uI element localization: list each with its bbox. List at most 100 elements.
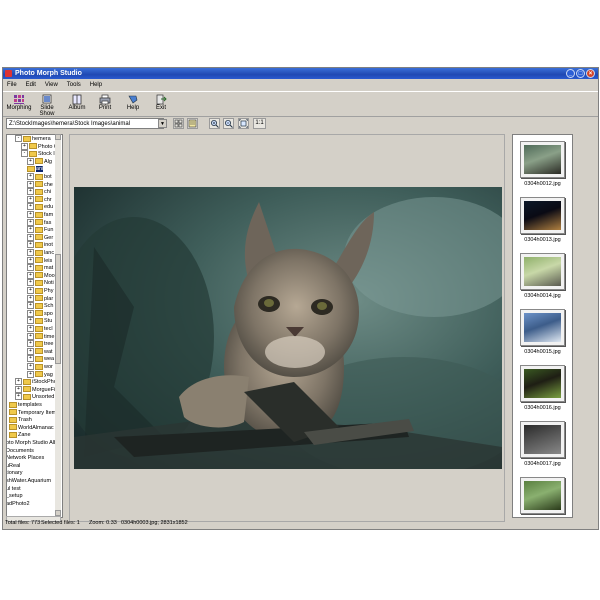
expand-icon[interactable]: + [27, 355, 34, 363]
expand-icon[interactable]: + [27, 195, 34, 203]
tree-item-label: che [44, 181, 53, 188]
expand-icon[interactable]: + [27, 218, 34, 226]
thumbnail[interactable] [520, 309, 565, 346]
tree-item-label: spo [44, 310, 53, 317]
expand-icon[interactable]: + [15, 393, 22, 401]
menu-view[interactable]: View [45, 80, 58, 90]
tree-item-label: Trash [18, 417, 32, 424]
tree-item-label: oto Morph Studio Alb [6, 440, 58, 446]
list-icon [188, 119, 197, 128]
maximize-button[interactable]: □ [576, 69, 585, 78]
expand-icon[interactable]: + [27, 347, 34, 355]
folder-icon [35, 317, 43, 324]
morphing-button[interactable]: Morphing [5, 93, 33, 115]
folder-icon [35, 196, 43, 203]
expand-icon[interactable]: + [27, 226, 34, 234]
folder-icon [35, 310, 43, 317]
expand-icon[interactable]: + [27, 271, 34, 279]
expand-icon[interactable]: + [27, 294, 34, 302]
path-dropdown-button[interactable]: ▼ [158, 119, 167, 128]
expand-icon[interactable]: + [27, 279, 34, 287]
help-label: Help [126, 105, 140, 111]
thumbnail-caption: 0304h0014.jpg [524, 293, 561, 299]
exit-button[interactable]: Exit [147, 93, 175, 115]
expand-icon[interactable]: + [27, 370, 34, 378]
expand-icon[interactable]: + [27, 241, 34, 249]
tree-item-label: Network Places [6, 455, 45, 462]
tree-item-label: edu [44, 204, 54, 211]
menu-file[interactable]: File [7, 80, 17, 90]
expand-icon[interactable]: + [27, 211, 34, 219]
expand-icon[interactable]: + [27, 287, 34, 295]
expand-icon[interactable]: + [27, 173, 34, 181]
thumbnail[interactable] [520, 141, 565, 178]
tree-item-label: Unsorted [32, 394, 55, 401]
expand-icon[interactable]: + [27, 188, 34, 196]
expand-icon[interactable]: + [27, 264, 34, 272]
thumbnail[interactable] [520, 477, 565, 514]
expand-icon[interactable]: + [27, 157, 34, 165]
collapse-icon[interactable]: - [21, 150, 28, 158]
expand-icon[interactable]: + [27, 233, 34, 241]
lynx-kitten-photo[interactable] [74, 187, 502, 469]
expand-icon[interactable]: + [27, 180, 34, 188]
help-icon [128, 95, 138, 104]
tree-item-label: Documents [6, 447, 34, 454]
title-bar[interactable]: Photo Morph Studio _ □ × [3, 68, 598, 79]
expand-icon[interactable]: + [27, 332, 34, 340]
menu-edit[interactable]: Edit [26, 80, 36, 90]
fit-window-button[interactable] [238, 118, 249, 129]
slide-show-label: Slide Show [39, 105, 55, 117]
app-window: Photo Morph Studio _ □ × File Edit View … [2, 67, 599, 530]
expand-icon[interactable]: + [15, 378, 22, 386]
folder-icon [35, 203, 43, 210]
album-button[interactable]: Album [63, 93, 91, 115]
help-button[interactable]: Help [119, 93, 147, 115]
print-button[interactable]: Print [91, 93, 119, 115]
thumbnail[interactable] [520, 421, 565, 458]
zoom-out-button[interactable] [223, 118, 234, 129]
tree-item-label: Zane [18, 432, 31, 439]
tree-item-label: mat [44, 265, 54, 272]
zoom-in-button[interactable] [209, 118, 220, 129]
folder-icon [35, 355, 43, 362]
expand-icon[interactable]: + [27, 317, 34, 325]
close-button[interactable]: × [586, 69, 595, 78]
expand-icon[interactable]: + [27, 249, 34, 257]
expand-icon[interactable]: + [27, 363, 34, 371]
actual-size-button[interactable]: 1:1 [253, 118, 266, 129]
thumbnail-caption: 0304h0013.jpg [524, 237, 561, 243]
expand-icon[interactable]: + [21, 142, 28, 150]
tree-item-label: plar [44, 295, 54, 302]
folder-icon [35, 158, 43, 165]
menu-tools[interactable]: Tools [67, 80, 81, 90]
thumbnail[interactable] [520, 253, 565, 290]
thumbnail-strip[interactable]: 0304h0012.jpg 0304h0013.jpg 0304h0014.jpg 0… [512, 134, 573, 518]
folder-icon [9, 424, 17, 431]
folder-icon [35, 340, 43, 347]
scroll-thumb[interactable] [55, 254, 61, 364]
menu-help[interactable]: Help [90, 80, 102, 90]
expand-icon[interactable]: + [27, 203, 34, 211]
image-viewer[interactable] [69, 134, 505, 522]
expand-icon[interactable]: + [27, 340, 34, 348]
list-view-button[interactable] [187, 118, 198, 129]
tree-item-label: lanc [44, 250, 55, 256]
expand-icon[interactable]: + [27, 256, 34, 264]
path-combo[interactable]: Z:\StockImages\hemera\Stock Images\anima… [6, 118, 164, 129]
tree-item[interactable]: adPhoto2 [7, 500, 30, 509]
status-bar: Total files: 773 Selected files: 1 Zoom:… [3, 519, 598, 528]
thumbnail-view-button[interactable] [173, 118, 184, 129]
expand-icon[interactable]: + [15, 385, 22, 393]
thumbnail[interactable] [520, 197, 565, 234]
minimize-button[interactable]: _ [566, 69, 575, 78]
slide-show-button[interactable]: Slide Show [33, 93, 61, 117]
fit-icon [239, 119, 248, 128]
collapse-icon[interactable]: - [15, 135, 22, 143]
expand-icon[interactable]: + [27, 302, 34, 310]
scroll-up-arrow[interactable] [55, 134, 61, 140]
expand-icon[interactable]: + [27, 325, 34, 333]
folder-tree-scrollbar[interactable] [55, 134, 61, 516]
expand-icon[interactable]: + [27, 309, 34, 317]
thumbnail[interactable] [520, 365, 565, 402]
